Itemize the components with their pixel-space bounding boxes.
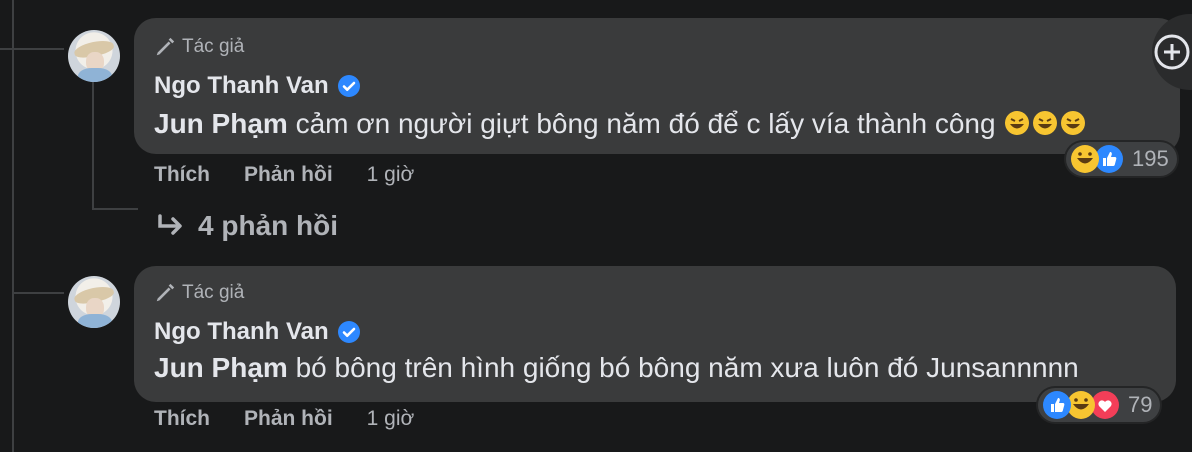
- verified-icon: [337, 75, 360, 97]
- replies-count-label[interactable]: 4 phản hồi: [198, 210, 338, 242]
- author-tag-label: Tác giả: [182, 282, 245, 303]
- thread-line-second: [12, 292, 64, 294]
- reaction-summary[interactable]: 195: [1066, 142, 1177, 176]
- comment-actions: Thích Phản hồi 1 giờ: [154, 163, 414, 187]
- comment-text: Jun Phạm bó bông trên hình giống bó bông…: [154, 352, 1079, 384]
- commenter-name[interactable]: Ngo Thanh Van: [154, 318, 361, 346]
- reply-arrow-icon: [158, 214, 182, 235]
- thread-line-replies: [92, 208, 138, 210]
- thread-line-vertical: [92, 82, 94, 210]
- comment-body: bó bông trên hình giống bó bông năm xưa …: [287, 352, 1079, 383]
- comment-text: Jun Phạm cảm ơn người giựt bông năm đó đ…: [154, 108, 1087, 140]
- like-reaction-icon: [1043, 391, 1071, 419]
- pencil-icon: [156, 283, 175, 302]
- author-badge: Tác giả: [154, 282, 244, 304]
- rofl-face-icon: [1005, 111, 1030, 135]
- thread-line-top: [0, 48, 64, 50]
- commenter-name[interactable]: Ngo Thanh Van: [154, 72, 361, 100]
- mention-link[interactable]: Jun Phạm: [154, 108, 288, 139]
- verified-icon: [337, 321, 360, 343]
- author-badge: Tác giả: [154, 36, 244, 58]
- commenter-name-text[interactable]: Ngo Thanh Van: [154, 72, 329, 100]
- reaction-count: 79: [1128, 392, 1153, 417]
- view-replies-link[interactable]: 4 phản hồi: [156, 210, 338, 242]
- author-tag-label: Tác giả: [182, 36, 245, 57]
- rofl-face-icon: [1061, 111, 1086, 135]
- reaction-summary[interactable]: 79: [1038, 388, 1161, 422]
- avatar[interactable]: [68, 276, 120, 328]
- plus-circle-icon: [1154, 34, 1190, 70]
- mention-link[interactable]: Jun Phạm: [154, 352, 288, 383]
- pencil-icon: [156, 37, 175, 56]
- like-button[interactable]: Thích: [154, 407, 210, 431]
- timestamp[interactable]: 1 giờ: [367, 163, 415, 187]
- thread-line-main: [12, 0, 14, 452]
- comment-body: cảm ơn người giựt bông năm đó để c lấy v…: [287, 108, 996, 139]
- rofl-face-icon: [1033, 111, 1058, 135]
- like-button[interactable]: Thích: [154, 163, 210, 187]
- comment-actions: Thích Phản hồi 1 giờ: [154, 407, 414, 431]
- avatar[interactable]: [68, 30, 120, 82]
- laugh-reaction-icon: [1071, 145, 1099, 173]
- reply-button[interactable]: Phản hồi: [244, 407, 333, 431]
- reaction-count: 195: [1132, 146, 1169, 171]
- commenter-name-text[interactable]: Ngo Thanh Van: [154, 318, 329, 346]
- emoji-group: [1003, 108, 1087, 139]
- timestamp[interactable]: 1 giờ: [367, 407, 415, 431]
- reply-button[interactable]: Phản hồi: [244, 163, 333, 187]
